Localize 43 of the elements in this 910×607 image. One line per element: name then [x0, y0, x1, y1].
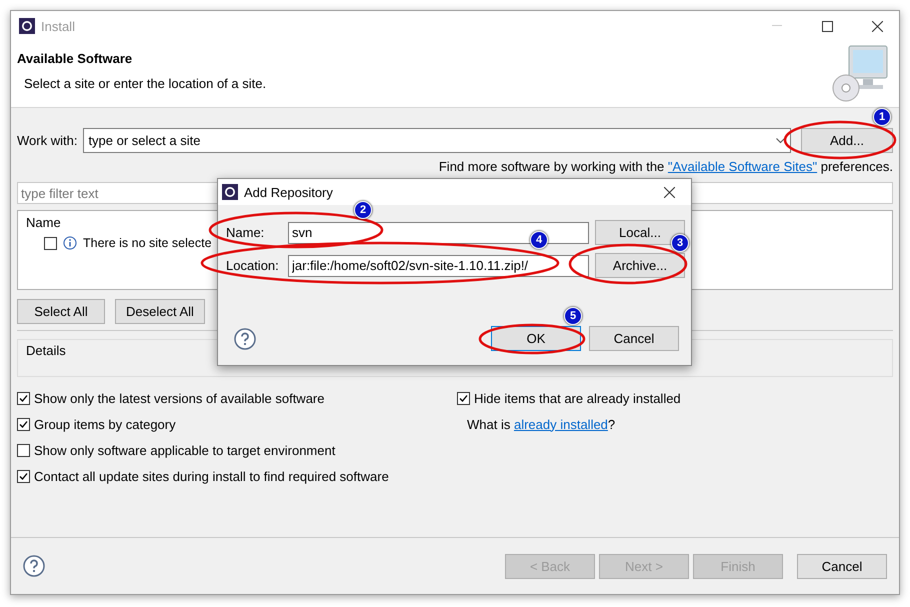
- site-combo-box[interactable]: type or select a site: [83, 128, 791, 153]
- checkbox[interactable]: [17, 470, 30, 482]
- checkbox[interactable]: [457, 392, 470, 404]
- cancel-button[interactable]: Cancel: [589, 326, 679, 351]
- close-icon: [872, 20, 882, 32]
- option-label: Contact all update sites during install to find required software: [34, 468, 389, 484]
- app-icon: [222, 184, 238, 200]
- help-icon[interactable]: [23, 555, 45, 577]
- column-header: Name: [26, 215, 62, 230]
- selection-button[interactable]: Deselect All: [115, 299, 205, 324]
- details-label: Details: [26, 343, 66, 358]
- app-icon: [19, 18, 35, 34]
- location-label: Location:: [225, 258, 280, 273]
- more-software-text: Find more software by working with the "Available Software Sites" preferences.: [438, 159, 893, 174]
- option-label: Hide items that are already installed: [474, 390, 681, 406]
- archive-button[interactable]: Archive...: [595, 253, 685, 278]
- checkbox[interactable]: [44, 236, 57, 250]
- location-field[interactable]: jar:file:/home/soft02/svn-site-1.10.11.zip!/: [288, 254, 589, 276]
- help-icon[interactable]: [234, 328, 256, 350]
- window-title: Install: [41, 18, 76, 34]
- available-sites-link[interactable]: "Available Software Sites": [668, 159, 818, 174]
- name-label: Name:: [225, 225, 266, 240]
- option-label: Show only the latest versions of available software: [34, 390, 324, 406]
- close-icon: [664, 186, 674, 198]
- add-button[interactable]: Add...: [801, 128, 893, 153]
- selection-button[interactable]: Select All: [17, 299, 105, 324]
- checkbox[interactable]: [17, 444, 30, 456]
- page-subtitle: Select a site or enter the location of a site.: [23, 76, 268, 91]
- option-label: Show only software applicable to target environment: [34, 442, 336, 458]
- wizard-button[interactable]: Cancel: [797, 554, 887, 578]
- minimize-icon: [772, 25, 782, 27]
- checkbox[interactable]: [17, 418, 30, 430]
- installed-hint: What is already installed?: [467, 416, 616, 432]
- work-with-label: Work with:: [17, 133, 78, 148]
- already-installed-link[interactable]: already installed: [514, 416, 608, 432]
- tree-message: There is no site selecte: [83, 236, 212, 250]
- maximize-icon: [822, 20, 832, 32]
- option-label: Group items by category: [34, 416, 176, 432]
- chevron-down-icon[interactable]: [776, 138, 785, 144]
- checkbox[interactable]: [17, 392, 30, 404]
- page-title: Available Software: [17, 51, 134, 66]
- info-icon: [63, 236, 77, 250]
- dialog-title: Add Repository: [244, 184, 334, 200]
